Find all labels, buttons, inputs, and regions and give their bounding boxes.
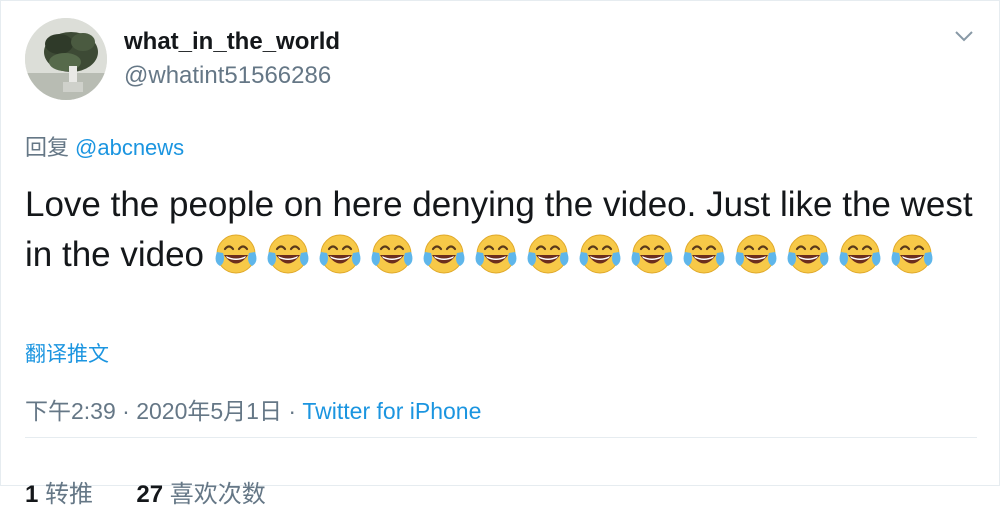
face-with-tears-of-joy-icon [787,234,829,274]
tweet-text: Love the people on here denying the vide… [25,180,985,280]
face-with-tears-of-joy-icon [215,234,257,274]
tweet-timestamp[interactable]: 下午2:39 · 2020年5月1日 [25,398,282,424]
face-with-tears-of-joy-icon [735,234,777,274]
face-with-tears-of-joy-icon [579,234,621,274]
avatar[interactable] [25,18,107,100]
face-with-tears-of-joy-icon [267,234,309,274]
chevron-down-icon[interactable] [952,26,976,46]
divider [25,437,977,438]
retweets-label[interactable]: 转推 [45,481,93,508]
retweets-count[interactable]: 1 [25,481,38,508]
face-with-tears-of-joy-icon [371,234,413,274]
engagement-stats: 1 转推 27 喜欢次数 [25,474,266,509]
tweet-meta: 下午2:39 · 2020年5月1日 · Twitter for iPhone [25,392,481,426]
reply-context: 回复 @abcnews [25,130,184,162]
reply-prefix: 回复 [25,135,70,160]
face-with-tears-of-joy-icon [683,234,725,274]
reply-mention-link[interactable]: @abcnews [75,135,184,160]
face-with-tears-of-joy-icon [631,234,673,274]
likes-count[interactable]: 27 [136,481,163,508]
face-with-tears-of-joy-icon [423,234,465,274]
avatar-image [25,18,107,100]
meta-separator: · [281,398,303,424]
translate-tweet-link[interactable]: 翻译推文 [25,338,109,368]
face-with-tears-of-joy-icon [527,234,569,274]
face-with-tears-of-joy-icon [839,234,881,274]
user-handle[interactable]: @whatint51566286 [124,62,331,90]
emoji-row [214,234,942,274]
display-name[interactable]: what_in_the_world [124,28,340,56]
face-with-tears-of-joy-icon [475,234,517,274]
face-with-tears-of-joy-icon [319,234,361,274]
face-with-tears-of-joy-icon [891,234,933,274]
likes-label[interactable]: 喜欢次数 [170,481,266,508]
tweet-source-link[interactable]: Twitter for iPhone [302,398,481,424]
